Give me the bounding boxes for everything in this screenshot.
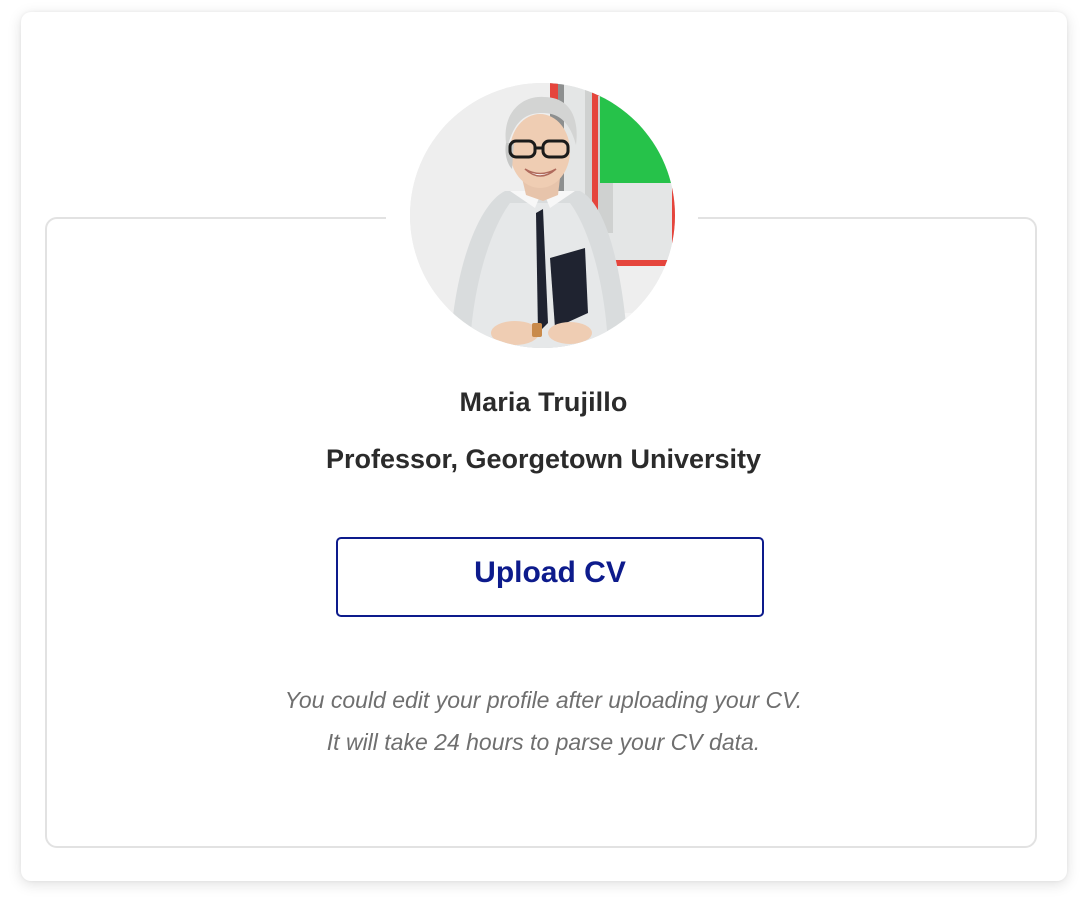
help-text-parse-time: It will take 24 hours to parse your CV d… xyxy=(326,729,761,755)
upload-cv-button[interactable]: Upload CV xyxy=(336,537,764,617)
profile-photo-icon xyxy=(410,83,675,348)
avatar xyxy=(410,83,675,348)
profile-name: Maria Trujillo xyxy=(459,387,628,417)
profile-title: Professor, Georgetown University xyxy=(325,444,762,474)
help-text-edit-profile: You could edit your profile after upload… xyxy=(284,687,803,713)
